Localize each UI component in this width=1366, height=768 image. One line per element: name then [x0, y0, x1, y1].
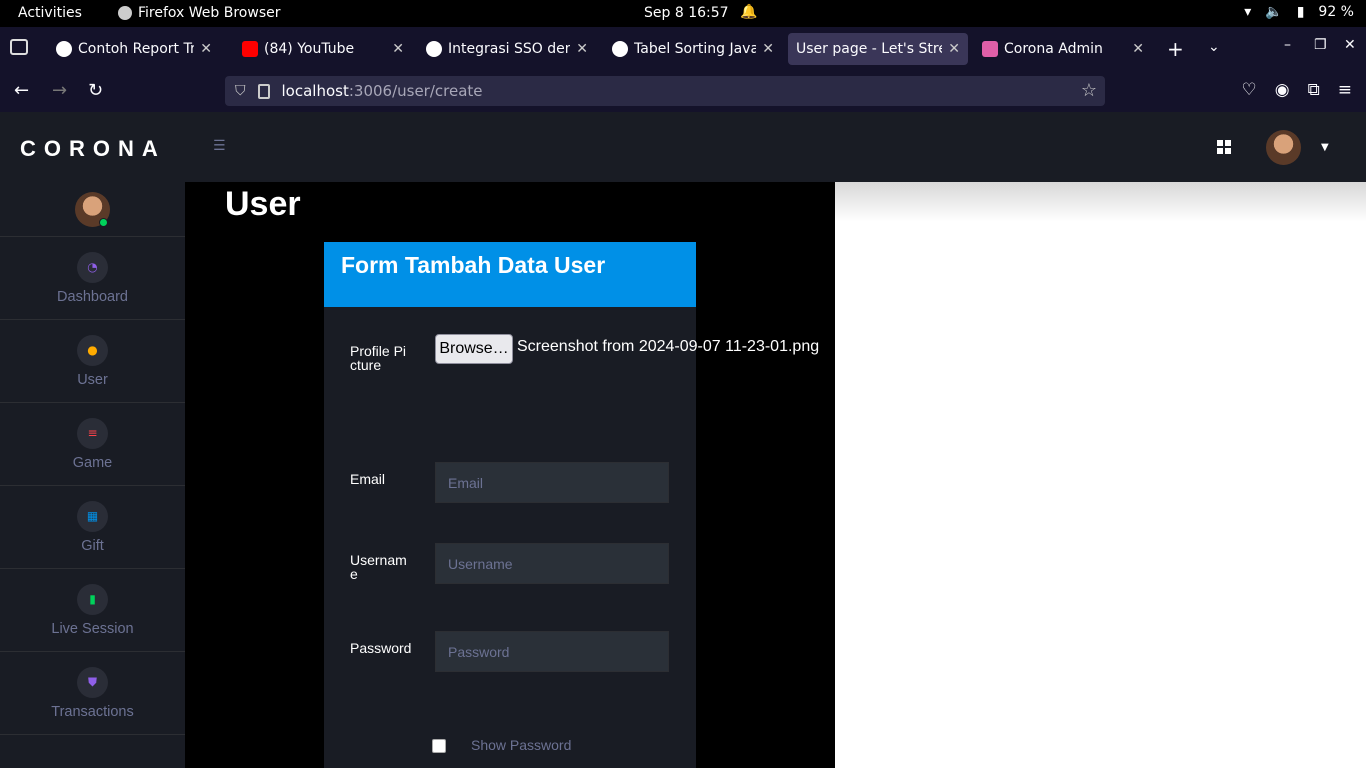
- activities-button[interactable]: Activities: [18, 5, 82, 21]
- battery-icon: ▮: [1296, 4, 1305, 20]
- email-field[interactable]: [435, 462, 669, 503]
- user-circle-icon: ●: [77, 334, 108, 366]
- sidebar: ◔ Dashboard ● User ≡ Game ▦ Gift ▮ Live …: [0, 182, 185, 768]
- password-field[interactable]: [435, 631, 669, 672]
- selected-file-name: Screenshot from 2024-09-07 11-23-01.png: [517, 338, 820, 355]
- main-content: User Form Tambah Data User Profile Pictu…: [185, 182, 835, 768]
- close-tab-icon[interactable]: ✕: [200, 41, 212, 57]
- browser-tab[interactable]: Tabel Sorting JavaS ✕: [604, 33, 782, 65]
- system-top-bar: Activities Firefox Web Browser Sep 8 16:…: [0, 0, 1366, 27]
- openai-favicon-icon: [612, 41, 628, 57]
- sidebar-item-live-session[interactable]: ▮ Live Session: [0, 569, 185, 652]
- caret-down-icon[interactable]: ▼: [1321, 142, 1329, 153]
- sidebar-item-transactions[interactable]: ⛊ Transactions: [0, 652, 185, 735]
- card-header: Form Tambah Data User: [324, 242, 696, 307]
- sidebar-profile: [0, 182, 185, 237]
- toolbar-actions: ♡ ◉ ⧉ ≡: [1242, 80, 1352, 100]
- close-tab-icon[interactable]: ✕: [392, 41, 404, 57]
- browser-tab[interactable]: Contoh Report Tran ✕: [48, 33, 220, 65]
- openai-favicon-icon: [426, 41, 442, 57]
- header-shadow: [835, 182, 1366, 222]
- app-menu[interactable]: Firefox Web Browser: [118, 5, 281, 21]
- firefox-icon: [118, 6, 132, 20]
- page-title: User: [225, 185, 301, 223]
- browser-tab-active[interactable]: User page - Let's Strea ✕: [788, 33, 968, 65]
- username-field[interactable]: [435, 543, 669, 584]
- browser-tab[interactable]: Integrasi SSO deng ✕: [418, 33, 596, 65]
- clock[interactable]: Sep 8 16:57: [644, 5, 729, 21]
- playlist-play-icon: ≡: [77, 417, 108, 449]
- account-icon[interactable]: ◉: [1275, 80, 1290, 100]
- tracking-shield-icon[interactable]: ⛉: [235, 83, 246, 99]
- close-tab-icon[interactable]: ✕: [1132, 41, 1144, 57]
- list-all-tabs-chevron-icon[interactable]: ⌄: [1208, 39, 1220, 55]
- password-label: Password: [350, 640, 412, 656]
- url-host: localhost: [281, 82, 349, 100]
- apps-grid-icon[interactable]: [1217, 140, 1231, 154]
- close-tab-icon[interactable]: ✕: [576, 41, 588, 57]
- minimize-window-icon[interactable]: –: [1284, 37, 1291, 53]
- speedometer-icon: ◔: [77, 251, 108, 283]
- username-label: Username: [350, 552, 407, 582]
- sidebar-item-gift[interactable]: ▦ Gift: [0, 486, 185, 569]
- wifi-icon: ▾: [1244, 4, 1252, 20]
- url-path: :3006/user/create: [348, 82, 483, 100]
- sidebar-item-game[interactable]: ≡ Game: [0, 403, 185, 486]
- menu-hamburger-icon[interactable]: ≡: [1338, 80, 1352, 100]
- sidebar-toggle-menu-icon[interactable]: ☰: [213, 138, 226, 154]
- show-password-checkbox[interactable]: [432, 739, 446, 753]
- app-name: Firefox Web Browser: [138, 5, 281, 21]
- sidebar-item-user[interactable]: ● User: [0, 320, 185, 403]
- maximize-window-icon[interactable]: ❐: [1314, 37, 1327, 53]
- blank-content-area: [835, 182, 1366, 768]
- browser-tab[interactable]: Corona Admin ✕: [974, 33, 1152, 65]
- openai-favicon-icon: [56, 41, 72, 57]
- close-tab-icon[interactable]: ✕: [762, 41, 774, 57]
- close-window-icon[interactable]: ✕: [1344, 37, 1356, 53]
- close-tab-icon[interactable]: ✕: [948, 41, 960, 57]
- table-icon: ▦: [77, 500, 108, 532]
- notification-bell-icon[interactable]: 🔔: [740, 4, 757, 20]
- form-title: Form Tambah Data User: [341, 252, 606, 278]
- browse-file-button[interactable]: Browse…: [435, 334, 513, 364]
- profile-avatar[interactable]: [1266, 130, 1301, 165]
- user-form-card: Form Tambah Data User Profile Picture Br…: [324, 242, 819, 768]
- app-header: CORONA ☰ ▼: [0, 112, 1366, 182]
- security-shield-icon: ⛊: [77, 666, 108, 698]
- battery-percent: 92 %: [1318, 4, 1354, 20]
- browser-nav-bar: ← → ↻ ⛉ localhost :3006/user/create ☆ ♡ …: [0, 71, 1366, 112]
- browser-tab-bar: Contoh Report Tran ✕ (84) YouTube ✕ Inte…: [0, 27, 1366, 71]
- browser-tab[interactable]: (84) YouTube ✕: [234, 33, 412, 65]
- chart-bar-icon: ▮: [77, 583, 108, 615]
- bookmark-star-icon[interactable]: ☆: [1081, 80, 1097, 101]
- pocket-icon[interactable]: ♡: [1242, 80, 1257, 100]
- back-arrow-icon[interactable]: ←: [14, 80, 29, 101]
- firefox-view-icon[interactable]: [10, 39, 28, 55]
- volume-icon: 🔈: [1265, 4, 1283, 20]
- corona-favicon-icon: [982, 41, 998, 57]
- new-tab-plus-icon[interactable]: +: [1167, 37, 1184, 61]
- profile-picture-label: Profile Picture: [350, 343, 407, 373]
- page-info-icon[interactable]: [257, 83, 270, 99]
- sidebar-item-dashboard[interactable]: ◔ Dashboard: [0, 237, 185, 320]
- brand-logo[interactable]: CORONA: [20, 136, 166, 162]
- email-label: Email: [350, 471, 386, 487]
- extensions-icon[interactable]: ⧉: [1308, 80, 1320, 100]
- url-bar[interactable]: ⛉ localhost :3006/user/create ☆: [225, 76, 1105, 106]
- show-password-label: Show Password: [471, 737, 572, 753]
- forward-arrow-icon[interactable]: →: [52, 80, 67, 101]
- online-status-dot: [99, 218, 108, 227]
- youtube-favicon-icon: [242, 41, 258, 57]
- reload-icon[interactable]: ↻: [88, 80, 103, 101]
- status-menu[interactable]: ▾ 🔈 ▮ 92 %: [1244, 4, 1354, 20]
